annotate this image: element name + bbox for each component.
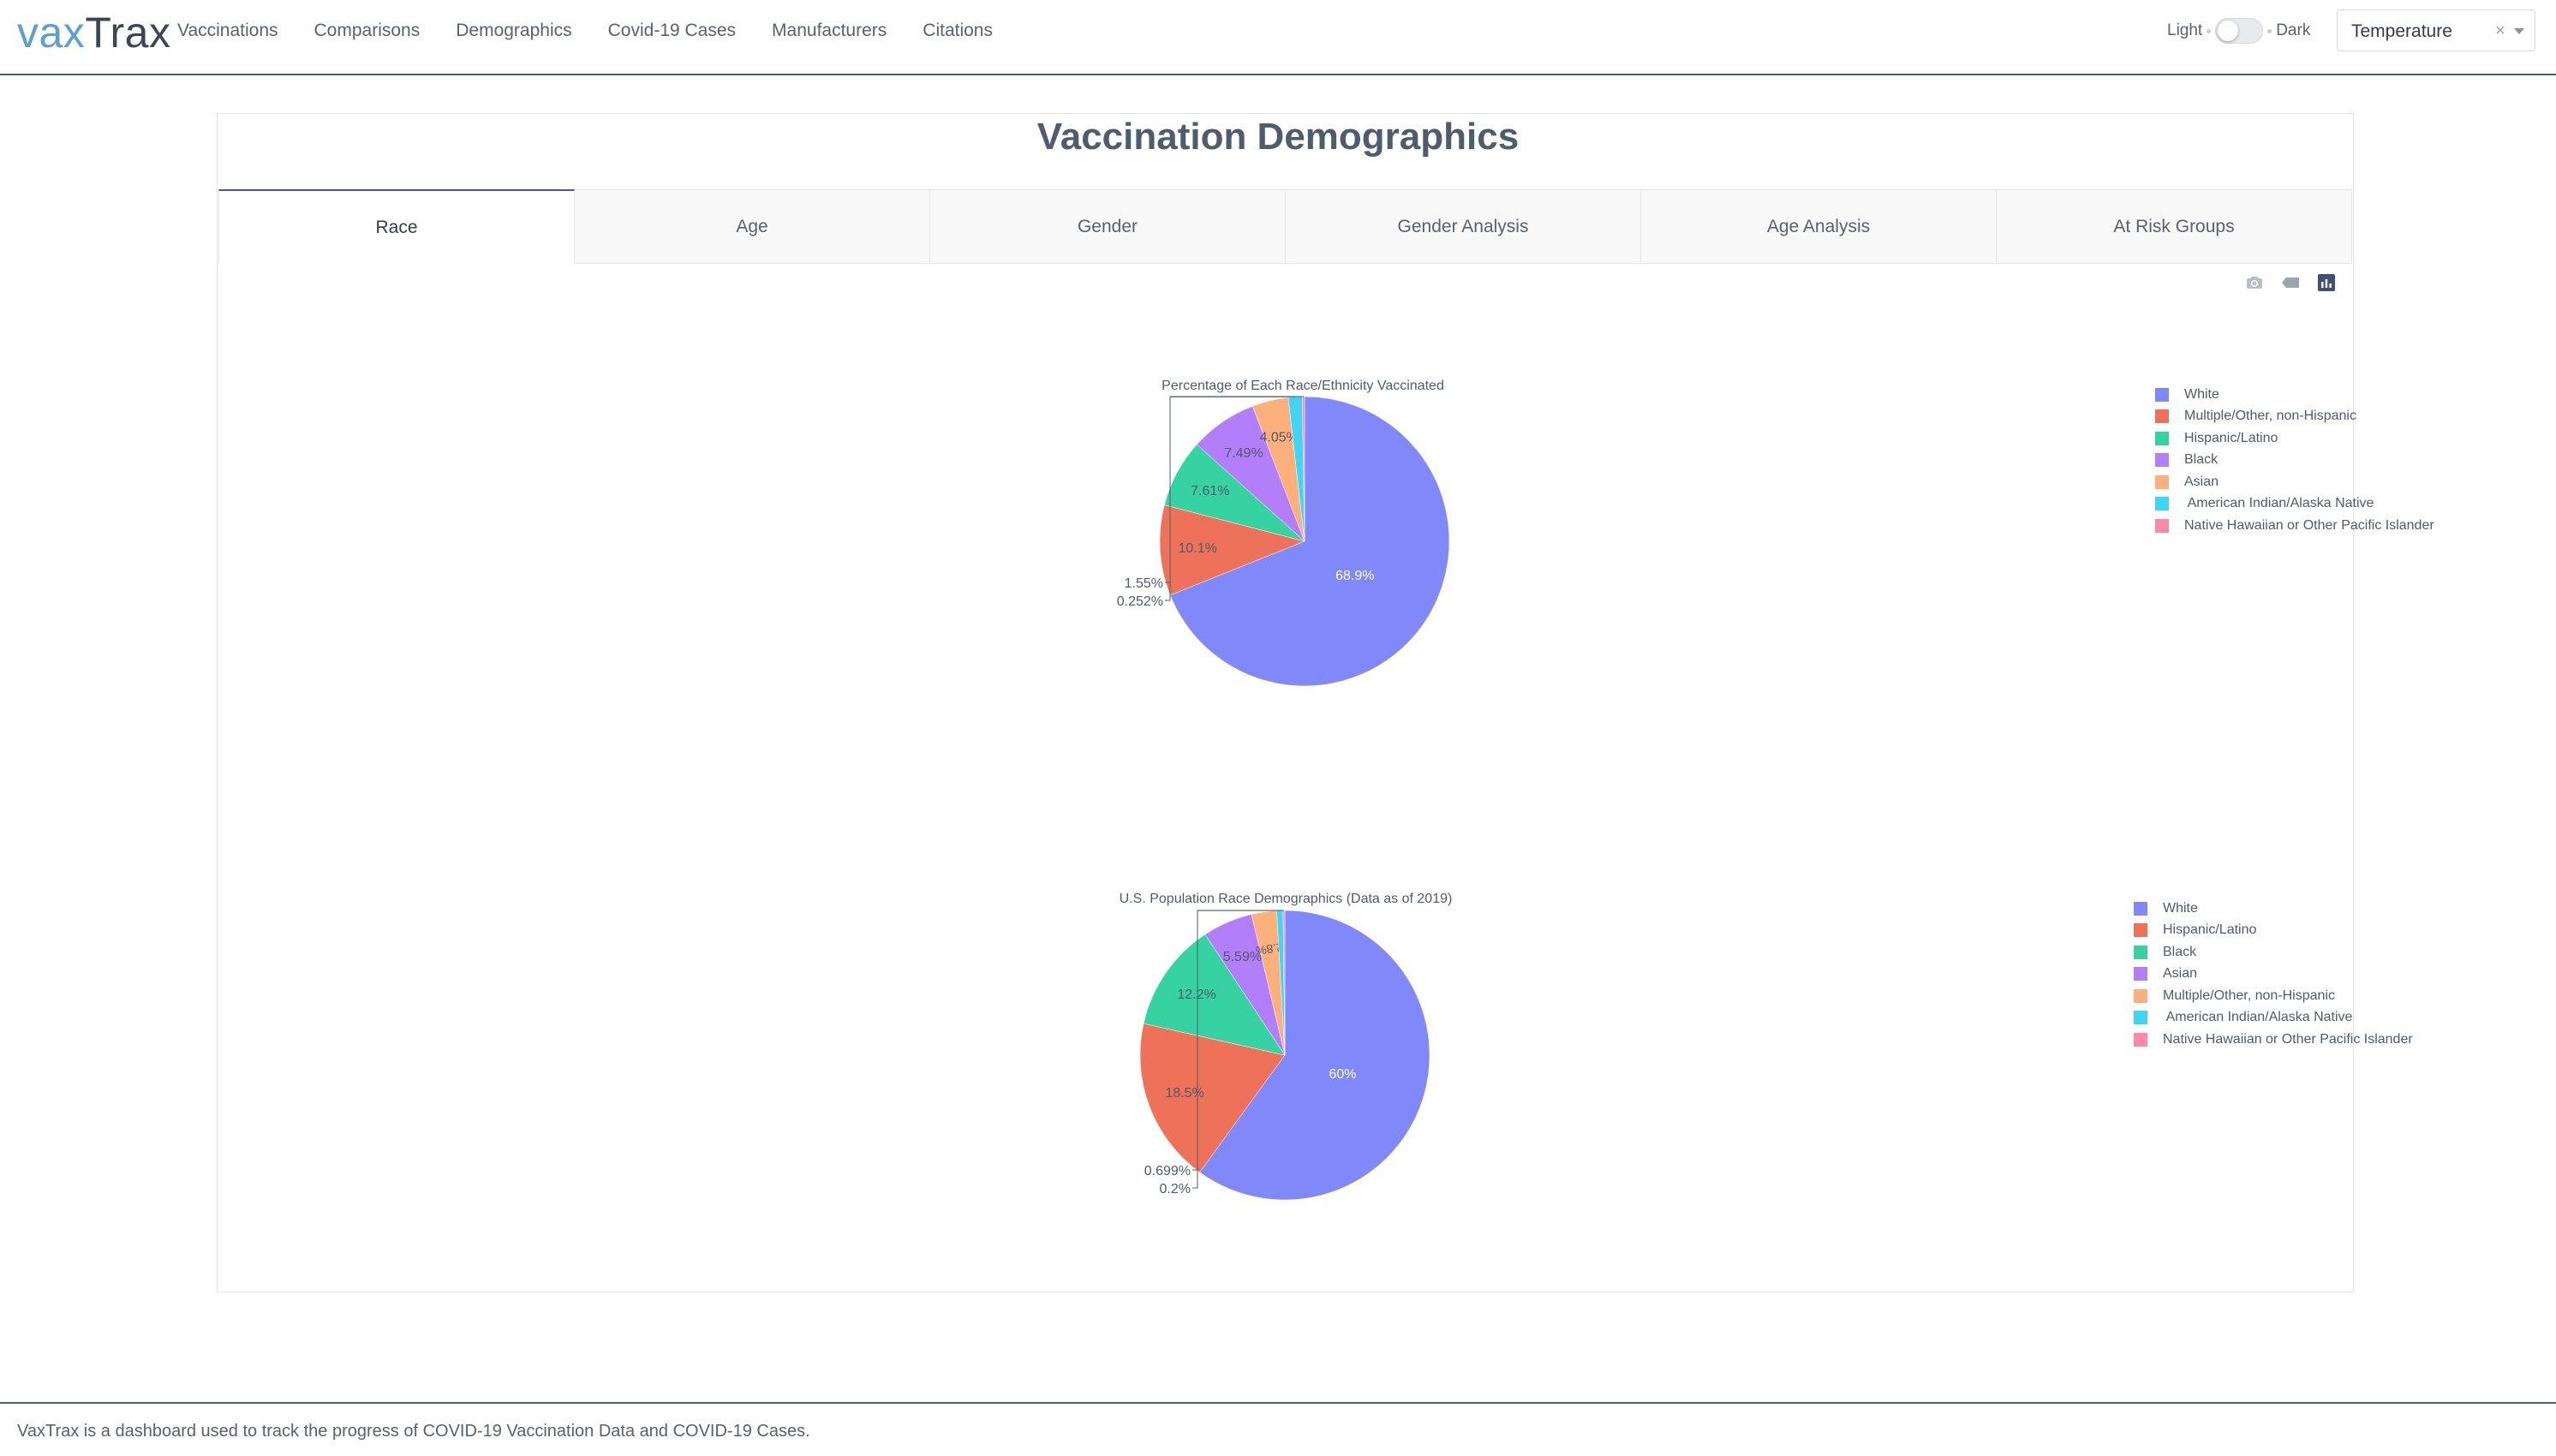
- theme-light-label: Light: [2167, 21, 2203, 39]
- legend-label: Native Hawaiian or Other Pacific Islande…: [2184, 517, 2434, 533]
- slice-label: 12.2%: [1177, 988, 1215, 1002]
- footer: VaxTrax is a dashboard used to track the…: [0, 1402, 2556, 1456]
- legend-item[interactable]: Asian: [2134, 964, 2413, 986]
- camera-icon[interactable]: [2244, 272, 2265, 293]
- legend-label: White: [2163, 900, 2198, 916]
- legend-item[interactable]: Native Hawaiian or Other Pacific Islande…: [2134, 1029, 2413, 1051]
- pie-chart-population: 60%18.5%12.2%5.59%2.8%0.699%0.2%: [1139, 910, 1430, 1201]
- legend-swatch: [2155, 453, 2169, 468]
- legend-item[interactable]: Hispanic/Latino: [2134, 920, 2413, 942]
- theme-select-dropdown[interactable]: Temperature ×: [2337, 9, 2535, 51]
- legend-swatch: [2134, 1011, 2147, 1025]
- slice-label: 60%: [1329, 1067, 1356, 1082]
- legend-item[interactable]: Multiple/Other, non-Hispanic: [2155, 406, 2434, 428]
- legend-swatch: [2134, 923, 2147, 938]
- chart-legend: White Multiple/Other, non-Hispanic Hispani…: [2155, 384, 2434, 537]
- legend-label: White: [2184, 386, 2219, 402]
- theme-select-value: Temperature: [2351, 21, 2452, 41]
- legend-item[interactable]: White: [2134, 898, 2413, 920]
- chart-legend: White Hispanic/Latino Black Asian Multiple/O…: [2134, 898, 2413, 1051]
- theme-switch[interactable]: [2215, 18, 2264, 44]
- footer-text: VaxTrax is a dashboard used to track the…: [17, 1422, 810, 1441]
- legend-swatch: [2134, 988, 2147, 1003]
- slice-label: 0.2%: [1160, 1182, 1191, 1196]
- chevron-down-icon[interactable]: [2514, 28, 2524, 34]
- slice-label: 0.699%: [1144, 1164, 1191, 1179]
- legend-item[interactable]: Asian: [2155, 471, 2434, 493]
- legend-swatch: [2155, 518, 2169, 533]
- legend-swatch: [2134, 967, 2147, 982]
- plotly-logo-icon[interactable]: [2316, 272, 2337, 293]
- legend-item[interactable]: Hispanic/Latino: [2155, 427, 2434, 450]
- legend-label: Black: [2184, 452, 2219, 468]
- legend-item[interactable]: Black: [2134, 941, 2413, 964]
- legend-label: Multiple/Other, non-Hispanic: [2184, 409, 2356, 424]
- legend-item[interactable]: Multiple/Other, non-Hispanic: [2134, 985, 2413, 1007]
- legend-label: Asian: [2184, 474, 2219, 489]
- legend-label: Multiple/Other, non-Hispanic: [2163, 988, 2335, 1003]
- legend-label: Hispanic/Latino: [2163, 922, 2257, 938]
- legend-label: American Indian/Alaska Native: [2184, 496, 2374, 511]
- legend-label: Native Hawaiian or Other Pacific Islande…: [2163, 1031, 2413, 1047]
- legend-swatch: [2155, 387, 2169, 402]
- legend-item[interactable]: American Indian/Alaska Native: [2134, 1007, 2413, 1029]
- legend-label: American Indian/Alaska Native: [2163, 1010, 2353, 1025]
- legend-swatch: [2155, 409, 2169, 424]
- toggle-dot-right: [2267, 28, 2272, 33]
- legend-label: Hispanic/Latino: [2184, 430, 2278, 445]
- legend-swatch: [2134, 901, 2147, 916]
- legend-swatch: [2155, 474, 2169, 489]
- slice-label: 18.5%: [1165, 1086, 1203, 1101]
- toggle-dot-left: [2207, 28, 2212, 33]
- plot-modebar: [2244, 272, 2337, 293]
- legend-item[interactable]: American Indian/Alaska Native: [2155, 493, 2434, 516]
- tag-icon[interactable]: [2280, 272, 2301, 293]
- clear-icon[interactable]: ×: [2495, 21, 2505, 41]
- legend-item[interactable]: White: [2155, 384, 2434, 406]
- legend-swatch: [2155, 497, 2169, 511]
- legend-swatch: [2134, 1032, 2147, 1047]
- theme-dark-label: Dark: [2276, 21, 2311, 39]
- theme-switch-knob: [2218, 21, 2239, 41]
- theme-toggle: Light Dark: [2167, 17, 2310, 45]
- legend-label: Asian: [2163, 966, 2198, 982]
- slice-label: 5.59%: [1223, 950, 1262, 964]
- legend-item[interactable]: Native Hawaiian or Other Pacific Islande…: [2155, 515, 2434, 537]
- legend-item[interactable]: Black: [2155, 450, 2434, 472]
- legend-label: Black: [2163, 944, 2197, 959]
- legend-swatch: [2134, 945, 2147, 959]
- legend-swatch: [2155, 431, 2169, 445]
